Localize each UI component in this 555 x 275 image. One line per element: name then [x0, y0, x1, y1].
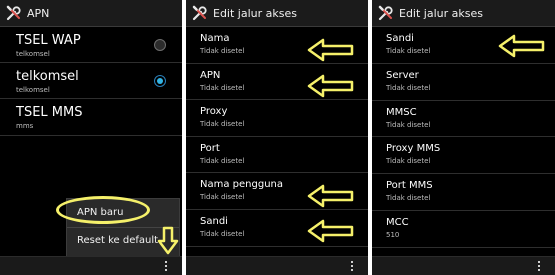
field-value: Tidak disetel [386, 47, 431, 55]
field-label: Proxy [200, 106, 228, 117]
menu-item-reset-default[interactable]: Reset ke default [77, 235, 158, 246]
apn-item-telkomsel[interactable]: telkomsel telkomsel [0, 63, 182, 99]
field-label: MCC [386, 217, 409, 228]
arrow-left-icon [307, 74, 354, 98]
apn-radio-unselected[interactable] [154, 39, 166, 51]
bottom-bar [372, 256, 555, 275]
field-label: MMSC [386, 107, 417, 118]
arrow-left-icon [307, 219, 354, 243]
arrow-left-icon [307, 38, 354, 62]
edit-apn-screen-2: Edit jalur akses Sandi Tidak disetel Ser… [372, 0, 555, 275]
wrench-screwdriver-icon[interactable] [378, 5, 394, 21]
screen-title: Edit jalur akses [213, 6, 297, 20]
overflow-menu-icon[interactable] [537, 260, 541, 272]
action-bar: Edit jalur akses [372, 0, 555, 27]
field-value: 510 [386, 231, 400, 239]
apn-item-tsel-mms[interactable]: TSEL MMS mms [0, 99, 182, 136]
field-proxy-mms[interactable]: Proxy MMS Tidak disetel [372, 137, 555, 174]
apn-sub: telkomsel [16, 86, 50, 94]
apn-name: telkomsel [16, 69, 79, 84]
field-label: Server [386, 70, 419, 81]
annotation-ellipse [56, 196, 150, 224]
field-value: Tidak disetel [200, 157, 245, 165]
edit-apn-screen-1: Edit jalur akses Nama Tidak disetel APN … [186, 0, 368, 275]
screen-title: APN [27, 6, 50, 20]
action-bar: Edit jalur akses [186, 0, 368, 27]
field-server[interactable]: Server Tidak disetel [372, 64, 555, 101]
field-label: Proxy MMS [386, 143, 441, 154]
bottom-bar [186, 256, 368, 275]
wrench-screwdriver-icon[interactable] [192, 5, 208, 21]
apn-list-screen: APN TSEL WAP telkomsel telkomsel telkoms… [0, 0, 182, 275]
field-port-mms[interactable]: Port MMS Tidak disetel [372, 174, 555, 211]
overflow-menu-icon[interactable] [350, 260, 354, 272]
apn-name: TSEL WAP [16, 33, 81, 48]
field-value: Tidak disetel [200, 193, 245, 201]
field-value: Tidak disetel [386, 121, 431, 129]
field-label: Sandi [200, 216, 228, 227]
field-value: Tidak disetel [200, 84, 245, 92]
arrow-left-icon [307, 184, 354, 208]
field-value: Tidak disetel [386, 84, 431, 92]
field-mcc[interactable]: MCC 510 [372, 211, 555, 248]
field-label: Sandi [386, 33, 414, 44]
field-value: Tidak disetel [200, 120, 245, 128]
field-value: Tidak disetel [200, 47, 245, 55]
field-value: Tidak disetel [386, 194, 431, 202]
field-mmsc[interactable]: MMSC Tidak disetel [372, 101, 555, 137]
field-proxy[interactable]: Proxy Tidak disetel [186, 100, 368, 137]
field-label: Port MMS [386, 180, 433, 191]
apn-sub: mms [16, 122, 34, 130]
field-value: Tidak disetel [386, 157, 431, 165]
field-label: Port [200, 143, 220, 154]
apn-radio-selected[interactable] [154, 75, 166, 87]
field-value: Tidak disetel [200, 230, 245, 238]
apn-name: TSEL MMS [16, 105, 83, 120]
screen-title: Edit jalur akses [399, 6, 483, 20]
action-bar: APN [0, 0, 182, 27]
field-label: APN [200, 70, 221, 81]
field-port[interactable]: Port Tidak disetel [186, 137, 368, 173]
arrow-left-icon [498, 34, 545, 58]
overflow-menu-icon[interactable] [164, 260, 168, 272]
apn-item-tsel-wap[interactable]: TSEL WAP telkomsel [0, 27, 182, 63]
apn-sub: telkomsel [16, 50, 50, 58]
wrench-screwdriver-icon[interactable] [6, 5, 22, 21]
field-label: Nama [200, 33, 230, 44]
field-label: Nama pengguna [200, 179, 283, 190]
bottom-bar [0, 256, 182, 275]
arrow-down-icon [157, 226, 179, 255]
